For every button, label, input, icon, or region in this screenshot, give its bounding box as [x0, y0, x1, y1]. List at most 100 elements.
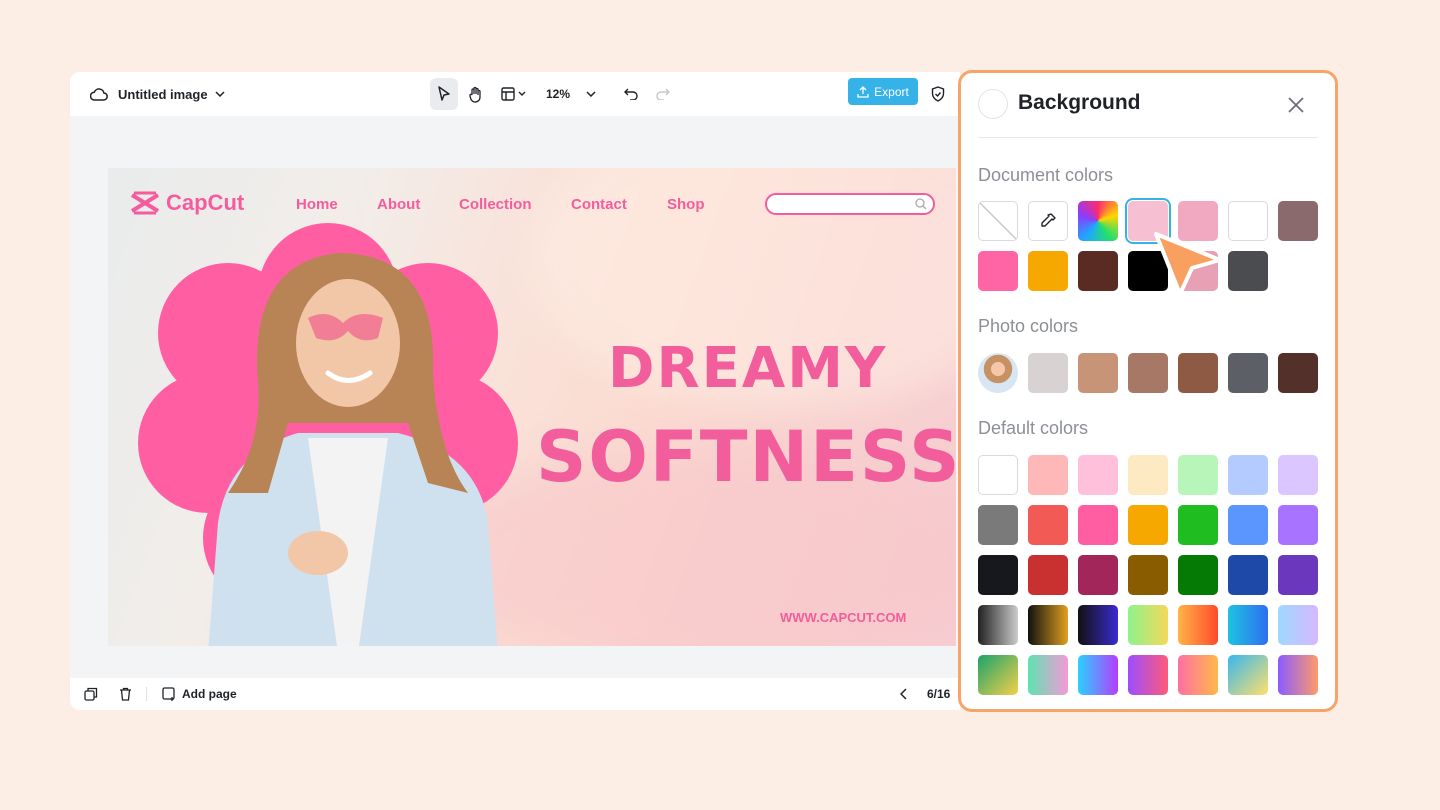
document-title[interactable]: Untitled image — [118, 72, 208, 116]
design-canvas[interactable]: CapCut Home About Collection Contact Sho… — [108, 168, 956, 646]
brand-text: CapCut — [166, 190, 245, 215]
divider — [146, 687, 147, 701]
previous-page-icon[interactable] — [900, 678, 908, 710]
default-color-swatch[interactable] — [1228, 605, 1268, 645]
default-color-swatch[interactable] — [1128, 505, 1168, 545]
nav-contact: Contact — [571, 196, 627, 213]
export-button[interactable]: Export — [848, 78, 918, 105]
export-label: Export — [874, 84, 909, 99]
default-color-swatch[interactable] — [1228, 655, 1268, 695]
select-tool-button[interactable] — [430, 78, 458, 110]
redo-icon[interactable] — [654, 72, 672, 116]
chevron-down-icon[interactable] — [213, 72, 227, 116]
nav-shop: Shop — [667, 196, 705, 213]
default-color-swatch[interactable] — [978, 605, 1018, 645]
shield-icon[interactable] — [930, 72, 946, 116]
default-color-swatch[interactable] — [1028, 505, 1068, 545]
top-toolbar: Untitled image 12% Export — [70, 72, 960, 116]
default-color-swatch[interactable] — [1128, 555, 1168, 595]
editor-window: Untitled image 12% Export CapCut Home Ab… — [70, 72, 960, 710]
photo-colors-heading: Photo colors — [978, 316, 1079, 336]
panel-title: Background — [1018, 91, 1141, 114]
woman-photo — [208, 253, 498, 646]
trash-icon[interactable] — [119, 678, 132, 710]
eyedropper-icon[interactable] — [1028, 201, 1068, 241]
document-color-swatch[interactable] — [1228, 251, 1268, 291]
add-page-button[interactable]: Add page — [162, 678, 237, 710]
default-color-swatch[interactable] — [1178, 555, 1218, 595]
zoom-level[interactable]: 12% — [546, 72, 570, 116]
default-color-swatch[interactable] — [1028, 455, 1068, 495]
document-title-text: Untitled image — [118, 86, 208, 102]
add-page-label: Add page — [182, 687, 237, 701]
default-color-swatch[interactable] — [1278, 605, 1318, 645]
divider — [978, 137, 1318, 138]
headline-softness: SOFTNESS — [536, 416, 956, 498]
add-page-icon — [162, 686, 175, 701]
default-color-swatch[interactable] — [1128, 655, 1168, 695]
document-color-swatch[interactable] — [1028, 251, 1068, 291]
default-color-swatch[interactable] — [1128, 455, 1168, 495]
document-color-swatch[interactable] — [1278, 201, 1318, 241]
default-color-swatch[interactable] — [1178, 605, 1218, 645]
default-color-swatch[interactable] — [1078, 655, 1118, 695]
default-color-swatch[interactable] — [1178, 505, 1218, 545]
default-color-swatch[interactable] — [1078, 505, 1118, 545]
nav-home: Home — [296, 196, 338, 213]
hand-tool-icon[interactable] — [466, 72, 486, 116]
close-icon — [1288, 97, 1304, 113]
photo-color-swatch[interactable] — [1028, 353, 1068, 393]
search-icon — [915, 198, 927, 210]
nav-collection: Collection — [459, 196, 532, 213]
zoom-chevron-icon[interactable] — [584, 72, 598, 116]
default-color-swatch[interactable] — [1278, 655, 1318, 695]
canvas-search-box — [765, 193, 935, 215]
document-colors-heading: Document colors — [978, 165, 1114, 185]
default-color-swatch[interactable] — [1078, 455, 1118, 495]
default-color-swatch[interactable] — [1228, 505, 1268, 545]
no-color-swatch[interactable] — [978, 201, 1018, 241]
close-button[interactable] — [1281, 90, 1311, 120]
default-color-swatch[interactable] — [1178, 655, 1218, 695]
default-color-swatch[interactable] — [978, 655, 1018, 695]
default-color-swatch[interactable] — [1028, 555, 1068, 595]
photo-color-swatch[interactable] — [1178, 353, 1218, 393]
default-color-swatch[interactable] — [1028, 605, 1068, 645]
photo-color-swatch[interactable] — [1128, 353, 1168, 393]
photo-color-swatch[interactable] — [1078, 353, 1118, 393]
default-color-swatch[interactable] — [1078, 555, 1118, 595]
mouse-pointer-icon — [1154, 232, 1222, 296]
default-color-swatch[interactable] — [978, 455, 1018, 495]
zoom-value: 12% — [546, 87, 571, 101]
default-color-swatch[interactable] — [1228, 555, 1268, 595]
duplicate-page-icon[interactable] — [84, 678, 98, 710]
undo-icon[interactable] — [622, 72, 640, 116]
default-colors-heading: Default colors — [978, 418, 1089, 438]
website-url: WWW.CAPCUT.COM — [780, 610, 907, 625]
default-color-swatch[interactable] — [1278, 455, 1318, 495]
default-color-swatch[interactable] — [1178, 455, 1218, 495]
bottom-toolbar: Add page 6/16 — [70, 678, 960, 710]
headline-dreamy: DREAMY — [608, 336, 888, 401]
layout-menu-button[interactable] — [500, 72, 530, 116]
default-color-swatch[interactable] — [1228, 455, 1268, 495]
document-color-swatch[interactable] — [978, 251, 1018, 291]
cloud-icon[interactable] — [88, 72, 110, 116]
nav-about: About — [377, 196, 421, 213]
page-counter: 6/16 — [927, 687, 951, 701]
color-picker-swatch[interactable] — [1078, 201, 1118, 241]
default-color-swatch[interactable] — [1278, 555, 1318, 595]
panel-header: Background — [961, 73, 1335, 139]
upload-icon — [857, 85, 869, 98]
default-color-swatch[interactable] — [1028, 655, 1068, 695]
default-color-swatch[interactable] — [1078, 605, 1118, 645]
photo-color-swatch[interactable] — [1278, 353, 1318, 393]
photo-thumbnail[interactable] — [978, 353, 1018, 393]
document-color-swatch[interactable] — [1228, 201, 1268, 241]
default-color-swatch[interactable] — [978, 555, 1018, 595]
default-color-swatch[interactable] — [978, 505, 1018, 545]
default-color-swatch[interactable] — [1128, 605, 1168, 645]
default-color-swatch[interactable] — [1278, 505, 1318, 545]
document-color-swatch[interactable] — [1078, 251, 1118, 291]
photo-color-swatch[interactable] — [1228, 353, 1268, 393]
